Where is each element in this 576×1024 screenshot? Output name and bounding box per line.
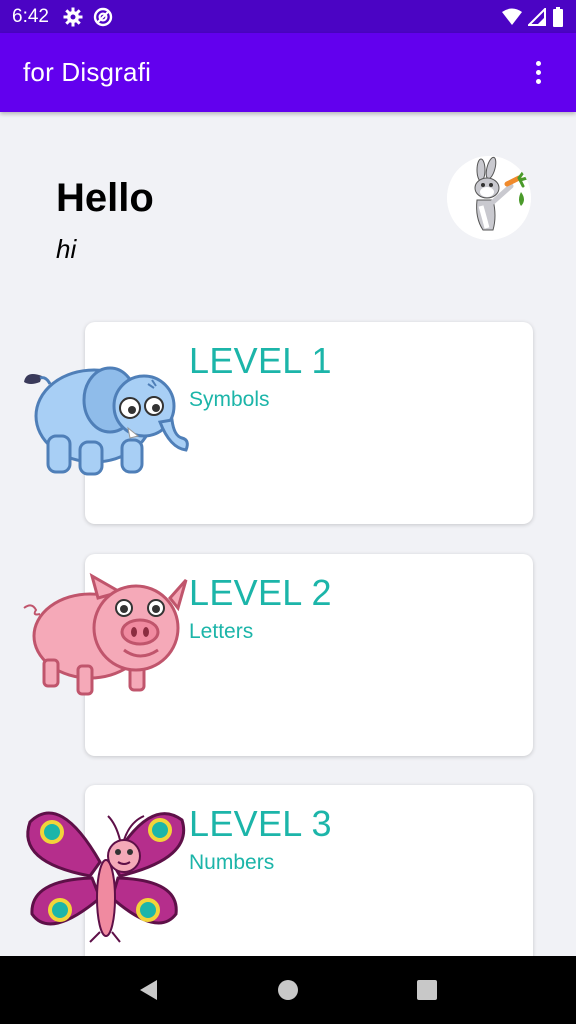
recents-icon[interactable] xyxy=(407,970,447,1010)
level-title: LEVEL 2 xyxy=(189,572,332,613)
battery-icon xyxy=(553,6,563,27)
more-vert-icon[interactable] xyxy=(523,53,553,93)
home-icon[interactable] xyxy=(268,970,308,1010)
status-time: 6:42 xyxy=(12,5,49,27)
level-title: LEVEL 3 xyxy=(189,803,332,844)
settings-icon xyxy=(63,7,83,26)
level-subtitle: Numbers xyxy=(189,851,275,874)
elephant-icon xyxy=(24,366,189,476)
level-subtitle: Letters xyxy=(189,620,254,643)
pig-icon xyxy=(23,572,188,696)
app-bar: for Disgrafi xyxy=(0,33,576,112)
avatar[interactable] xyxy=(447,156,531,240)
level-subtitle: Symbols xyxy=(189,388,270,411)
status-bar: 6:42 xyxy=(0,0,576,33)
system-nav-bar xyxy=(0,956,576,1024)
bunny-avatar-icon xyxy=(447,156,531,240)
wifi-icon xyxy=(502,8,522,25)
greeting-title: Hello xyxy=(56,176,154,220)
signal-icon xyxy=(528,7,546,26)
level-title: LEVEL 1 xyxy=(189,340,332,381)
at-sign-icon xyxy=(93,7,113,26)
greeting-subtitle: hi xyxy=(56,234,77,264)
back-icon[interactable] xyxy=(129,970,169,1010)
butterfly-icon xyxy=(26,811,186,943)
app-title: for Disgrafi xyxy=(23,57,152,87)
main-content: Hello hi LEVEL 1 Symbols LEVEL 2 Letters… xyxy=(0,112,576,956)
